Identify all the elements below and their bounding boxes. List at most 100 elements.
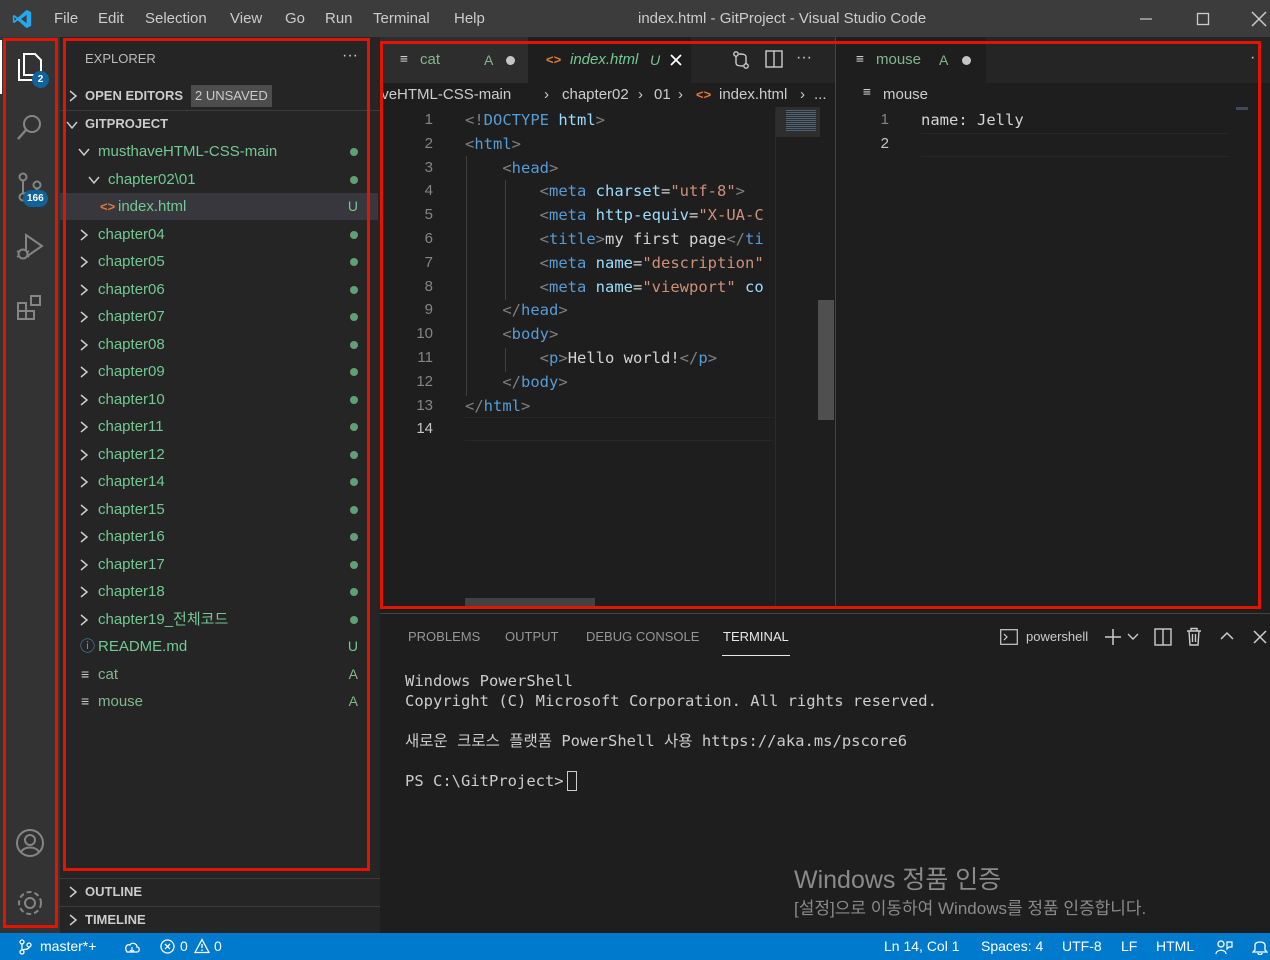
- run-debug-icon[interactable]: [10, 227, 50, 267]
- line-number: 14: [416, 420, 433, 438]
- tree-item[interactable]: ≡ mouse A: [60, 688, 378, 715]
- git-modified-dot-icon: [350, 588, 358, 596]
- tree-item[interactable]: chapter08: [60, 331, 378, 358]
- tab-debug-console[interactable]: DEBUG CONSOLE: [586, 629, 699, 644]
- editor-more-button[interactable]: ···: [796, 49, 812, 67]
- breadcrumb-item[interactable]: ...: [814, 84, 827, 106]
- maximize-panel-icon[interactable]: [1220, 630, 1234, 642]
- breadcrumb-item[interactable]: index.html: [719, 84, 787, 106]
- line-ending[interactable]: LF: [1121, 933, 1137, 960]
- menu-selection[interactable]: Selection: [145, 0, 207, 37]
- encoding[interactable]: UTF-8: [1062, 933, 1102, 960]
- manage-gear-icon[interactable]: [10, 883, 50, 923]
- explorer-icon[interactable]: 2: [10, 47, 50, 88]
- editor-1-tab-bar: ≡ cat A <> index.html U ···: [380, 37, 835, 83]
- tree-item[interactable]: chapter16: [60, 523, 378, 550]
- tab-cat[interactable]: ≡ cat A: [380, 37, 528, 83]
- close-panel-icon[interactable]: [1253, 630, 1267, 644]
- menu-edit[interactable]: Edit: [98, 0, 124, 37]
- breadcrumb-item[interactable]: musthaveHTML-CSS-main: [380, 84, 511, 106]
- code-line: <head>: [502, 158, 559, 177]
- accounts-icon[interactable]: [10, 823, 50, 863]
- menu-go[interactable]: Go: [285, 0, 305, 37]
- line-number: 13: [416, 396, 433, 414]
- new-terminal-icon[interactable]: [1104, 628, 1122, 646]
- tree-item[interactable]: chapter11: [60, 413, 378, 440]
- editor-1-horizontal-scrollbar[interactable]: [465, 598, 595, 608]
- menu-help[interactable]: Help: [454, 0, 485, 37]
- menu-view[interactable]: View: [230, 0, 262, 37]
- chevron-right-icon: [80, 531, 89, 543]
- feedback-icon[interactable]: [1215, 939, 1233, 955]
- open-editors-section[interactable]: OPEN EDITORS 2 UNSAVED: [60, 83, 380, 109]
- minimize-button[interactable]: [1123, 0, 1169, 37]
- chevron-down-icon[interactable]: [1127, 632, 1139, 642]
- tab-status: U: [650, 52, 661, 68]
- terminal-line: Copyright (C) Microsoft Corporation. All…: [405, 692, 937, 710]
- tree-item[interactable]: musthaveHTML-CSS-main: [60, 138, 378, 165]
- tree-item[interactable]: chapter17: [60, 551, 378, 578]
- explorer-more-button[interactable]: ···: [342, 47, 358, 65]
- breadcrumb-item[interactable]: 01: [654, 84, 671, 106]
- tree-item[interactable]: chapter15: [60, 496, 378, 523]
- tab-mouse[interactable]: ≡ mouse A: [836, 37, 986, 83]
- git-status-letter: U: [347, 638, 358, 654]
- tree-item[interactable]: chapter06: [60, 276, 378, 303]
- tree-item[interactable]: chapter19_전체코드: [60, 606, 378, 633]
- tree-item[interactable]: chapter07: [60, 303, 378, 330]
- editor-1-vertical-scrollbar[interactable]: [818, 300, 834, 420]
- tree-item[interactable]: chapter05: [60, 248, 378, 275]
- timeline-section[interactable]: TIMELINE: [60, 907, 380, 933]
- tree-item[interactable]: chapter18: [60, 578, 378, 605]
- tree-item[interactable]: ≡ cat A: [60, 661, 378, 688]
- editor-2-breadcrumb[interactable]: mouse: [883, 84, 928, 106]
- tree-item[interactable]: ⓘ README.md U: [60, 633, 378, 660]
- tab-problems[interactable]: PROBLEMS: [408, 629, 480, 644]
- tab-index-html[interactable]: <> index.html U: [528, 37, 691, 83]
- tree-item[interactable]: chapter02\01: [60, 166, 378, 193]
- trash-icon[interactable]: [1186, 627, 1202, 646]
- tab-output[interactable]: OUTPUT: [505, 629, 558, 644]
- search-icon[interactable]: [10, 107, 50, 147]
- sync-cloud-icon[interactable]: [122, 939, 142, 955]
- minimap[interactable]: [775, 107, 820, 607]
- menu-file[interactable]: File: [54, 0, 78, 37]
- breadcrumb-item[interactable]: chapter02: [562, 84, 629, 106]
- editor-1-breadcrumb: musthaveHTML-CSS-main › chapter02 › 01 ›…: [380, 84, 835, 106]
- tree-item[interactable]: chapter10: [60, 386, 378, 413]
- notifications-bell-icon[interactable]: [1252, 938, 1268, 955]
- code-line[interactable]: name: Jelly: [921, 108, 1024, 132]
- tree-item[interactable]: chapter12: [60, 441, 378, 468]
- indentation[interactable]: Spaces: 4: [981, 933, 1043, 960]
- close-window-button[interactable]: [1236, 0, 1270, 37]
- chevron-right-icon: [80, 366, 89, 378]
- tree-item[interactable]: chapter14: [60, 468, 378, 495]
- editor-2-more-button[interactable]: ·: [1250, 49, 1255, 67]
- unsaved-dot-icon[interactable]: [962, 56, 971, 65]
- tree-item[interactable]: chapter09: [60, 358, 378, 385]
- vscode-logo-icon: [11, 8, 33, 30]
- menu-terminal[interactable]: Terminal: [373, 0, 430, 37]
- code-line: <title>my first page</ti: [539, 230, 764, 248]
- split-terminal-icon[interactable]: [1154, 628, 1172, 646]
- language-mode[interactable]: HTML: [1156, 933, 1194, 960]
- open-changes-icon[interactable]: [731, 50, 751, 70]
- tab-terminal[interactable]: TERMINAL: [723, 629, 789, 644]
- maximize-button[interactable]: [1180, 0, 1226, 37]
- close-tab-icon[interactable]: [669, 53, 683, 67]
- menu-run[interactable]: Run: [325, 0, 353, 37]
- editor-1-code[interactable]: <!DOCTYPE html> <html> <head> <meta chars…: [465, 108, 773, 448]
- cursor-position[interactable]: Ln 14, Col 1: [884, 933, 960, 960]
- outline-section[interactable]: OUTLINE: [60, 879, 380, 905]
- git-modified-dot-icon: [350, 340, 358, 349]
- extensions-icon[interactable]: [10, 287, 50, 327]
- unsaved-dot-icon[interactable]: [506, 56, 515, 65]
- tree-item[interactable]: chapter04: [60, 221, 378, 248]
- split-editor-icon[interactable]: [765, 50, 783, 68]
- tree-item[interactable]: <> index.html U: [60, 193, 378, 220]
- source-control-icon[interactable]: 166: [10, 167, 50, 207]
- gitproject-section[interactable]: GITPROJECT: [60, 111, 380, 137]
- terminal-prompt[interactable]: PS C:\GitProject>: [405, 771, 573, 791]
- line-number: 2: [424, 134, 433, 152]
- info-file-icon: ⓘ: [80, 638, 96, 655]
